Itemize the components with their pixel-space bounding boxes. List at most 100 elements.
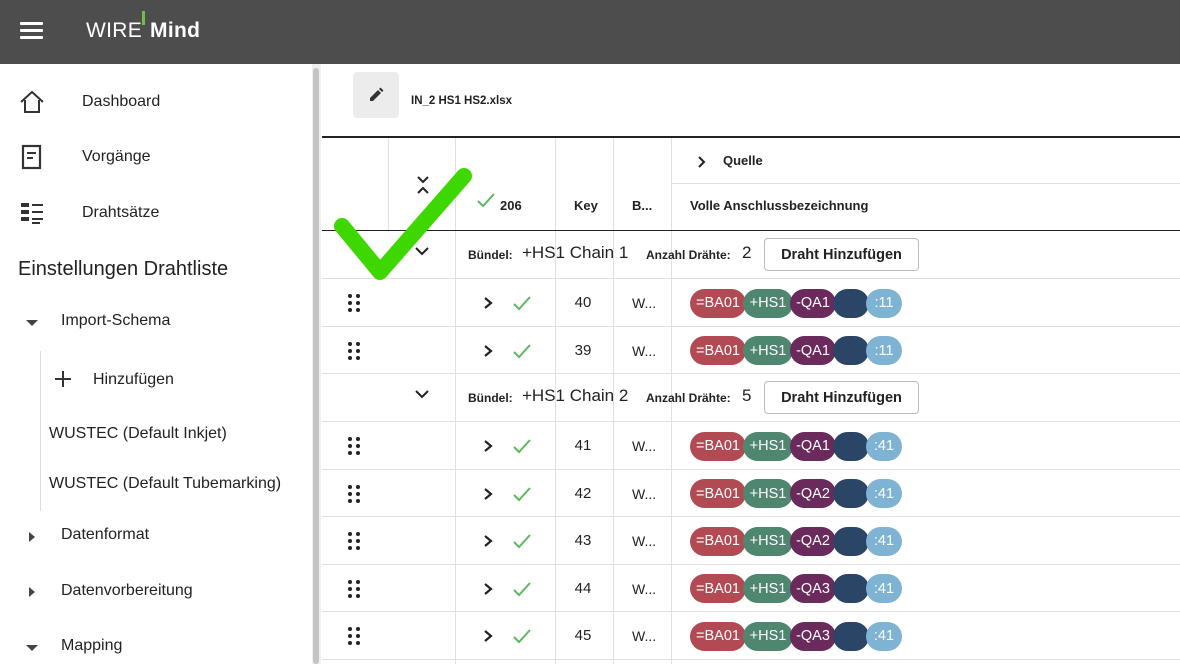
home-icon — [20, 90, 44, 113]
caret-right-icon[interactable] — [29, 532, 35, 542]
scrollbar-thumb[interactable] — [313, 68, 319, 664]
caret-down-icon[interactable] — [26, 645, 38, 651]
connection-chip[interactable]: =BA01 — [690, 288, 746, 318]
table-row[interactable]: 41 W... =BA01 +HS1 -QA1:41 — [322, 422, 1180, 470]
connection-chip[interactable]: :41 — [866, 479, 902, 509]
row-b-value: W... — [632, 580, 657, 597]
drag-handle-icon[interactable] — [348, 437, 362, 455]
bundle-label: Bündel: — [468, 391, 513, 405]
chevron-right-icon[interactable] — [482, 582, 494, 596]
chevron-right-icon[interactable] — [482, 629, 494, 643]
table-row[interactable]: 40 W... =BA01 +HS1 -QA1:11 — [322, 279, 1180, 327]
tree-schema-item[interactable]: WUSTEC (Default Tubemarking) — [49, 475, 281, 493]
table-row[interactable]: 43 W... =BA01 +HS1 -QA2:41 — [322, 517, 1180, 565]
connection-chip[interactable] — [833, 526, 869, 556]
connection-chips: =BA01 +HS1 -QA1 :11 — [690, 336, 902, 366]
tree-datenformat[interactable]: Datenformat — [61, 526, 149, 544]
row-key: 42 — [574, 484, 592, 502]
connection-chip[interactable] — [833, 288, 869, 318]
check-count: 206 — [500, 198, 522, 213]
connection-chip[interactable]: +HS1 — [743, 431, 793, 461]
table-row[interactable]: 44 W... =BA01 +HS1 -QA3:41 — [322, 565, 1180, 613]
pencil-icon — [370, 87, 384, 101]
chevron-right-icon[interactable] — [697, 155, 707, 169]
tree-mapping[interactable]: Mapping — [61, 637, 122, 655]
document-icon — [21, 144, 42, 170]
connection-chip[interactable]: :41 — [866, 574, 902, 604]
connection-chip[interactable]: :41 — [866, 526, 902, 556]
connection-chip[interactable]: =BA01 — [690, 574, 746, 604]
drag-handle-icon[interactable] — [348, 341, 362, 360]
drag-handle-icon[interactable] — [348, 484, 362, 503]
connection-chips: =BA01 +HS1 -QA3 :41 — [690, 621, 902, 651]
tree-import-schema[interactable]: Import-Schema — [61, 312, 170, 330]
hamburger-menu-icon[interactable] — [20, 22, 44, 42]
connection-chip[interactable]: -QA1 — [790, 288, 836, 318]
connection-chip[interactable]: =BA01 — [690, 479, 746, 509]
edit-button[interactable] — [353, 72, 399, 118]
tree-schema-item[interactable]: WUSTEC (Default Inkjet) — [49, 425, 227, 443]
wire-count-label: Anzahl Drähte: — [646, 248, 731, 262]
connection-chip[interactable] — [833, 574, 869, 604]
connection-chip[interactable]: :11 — [866, 336, 902, 366]
connection-chip[interactable]: =BA01 — [690, 431, 746, 461]
sidebar-item-drahtsaetze[interactable]: Drahtsätze — [0, 193, 312, 233]
connection-chip[interactable] — [833, 336, 869, 366]
check-icon — [513, 486, 531, 502]
drag-handle-icon[interactable] — [348, 579, 362, 598]
sidebar-item-label: Drahtsätze — [82, 204, 160, 221]
column-header-volle-anschluss[interactable]: Volle Anschlussbezeichnung — [690, 198, 868, 213]
connection-chip[interactable]: +HS1 — [743, 288, 793, 318]
connection-chip[interactable] — [833, 479, 869, 509]
row-b-value: W... — [632, 438, 657, 454]
column-header-key[interactable]: Key — [574, 198, 598, 213]
sidebar-item-vorgaenge[interactable]: Vorgänge — [0, 137, 312, 177]
tree-add-schema[interactable]: Hinzufügen — [93, 371, 174, 389]
chevron-down-icon[interactable] — [414, 388, 430, 402]
connection-chip[interactable]: :41 — [866, 621, 902, 651]
sidebar-scrollbar[interactable] — [312, 64, 321, 664]
chevron-down-icon[interactable] — [414, 245, 430, 259]
drag-handle-icon[interactable] — [348, 294, 362, 312]
sidebar-item-dashboard[interactable]: Dashboard — [0, 82, 312, 122]
column-group-quelle[interactable]: Quelle — [723, 153, 763, 168]
column-header-b[interactable]: B... — [632, 198, 652, 213]
connection-chip[interactable]: -QA3 — [790, 574, 836, 604]
caret-down-icon[interactable] — [26, 320, 38, 326]
chevron-right-icon[interactable] — [482, 439, 494, 453]
connection-chip[interactable]: =BA01 — [690, 621, 746, 651]
chevron-right-icon[interactable] — [482, 487, 494, 501]
connection-chip[interactable]: +HS1 — [743, 621, 793, 651]
expand-collapse-all-icon[interactable] — [416, 174, 430, 196]
connection-chip[interactable]: =BA01 — [690, 336, 746, 366]
connection-chip[interactable] — [833, 431, 869, 461]
chevron-right-icon[interactable] — [482, 344, 494, 358]
bundle-row: Bündel: +HS1 Chain 1 Anzahl Drähte: 2 Draht … — [322, 231, 1180, 279]
connection-chip[interactable]: +HS1 — [743, 479, 793, 509]
connection-chip[interactable]: +HS1 — [743, 336, 793, 366]
connection-chip[interactable]: :41 — [866, 431, 902, 461]
table-row[interactable]: 39 W... =BA01 +HS1 -QA1:11 — [322, 327, 1180, 375]
check-icon — [513, 582, 531, 597]
connection-chip[interactable] — [833, 621, 869, 651]
drag-handle-icon[interactable] — [348, 627, 362, 646]
tree-datenvorbereitung[interactable]: Datenvorbereitung — [61, 582, 193, 600]
connection-chip[interactable]: -QA1 — [790, 431, 836, 461]
add-wire-button[interactable]: Draht Hinzufügen — [764, 238, 919, 271]
connection-chip[interactable]: -QA3 — [790, 621, 836, 651]
connection-chip[interactable]: :11 — [866, 288, 902, 318]
plus-icon[interactable] — [54, 370, 72, 388]
connection-chip[interactable]: -QA1 — [790, 336, 836, 366]
table-row[interactable]: 45 W... =BA01 +HS1 -QA3:41 — [322, 612, 1180, 660]
connection-chip[interactable]: +HS1 — [743, 574, 793, 604]
chevron-right-icon[interactable] — [482, 534, 494, 548]
drag-handle-icon[interactable] — [348, 532, 362, 551]
connection-chip[interactable]: -QA2 — [790, 526, 836, 556]
table-row[interactable]: 42 W... =BA01 +HS1 -QA2:41 — [322, 470, 1180, 518]
connection-chip[interactable]: +HS1 — [743, 526, 793, 556]
caret-right-icon[interactable] — [29, 587, 35, 597]
connection-chip[interactable]: -QA2 — [790, 479, 836, 509]
connection-chip[interactable]: =BA01 — [690, 526, 746, 556]
add-wire-button[interactable]: Draht Hinzufügen — [764, 381, 919, 414]
chevron-right-icon[interactable] — [482, 296, 494, 310]
